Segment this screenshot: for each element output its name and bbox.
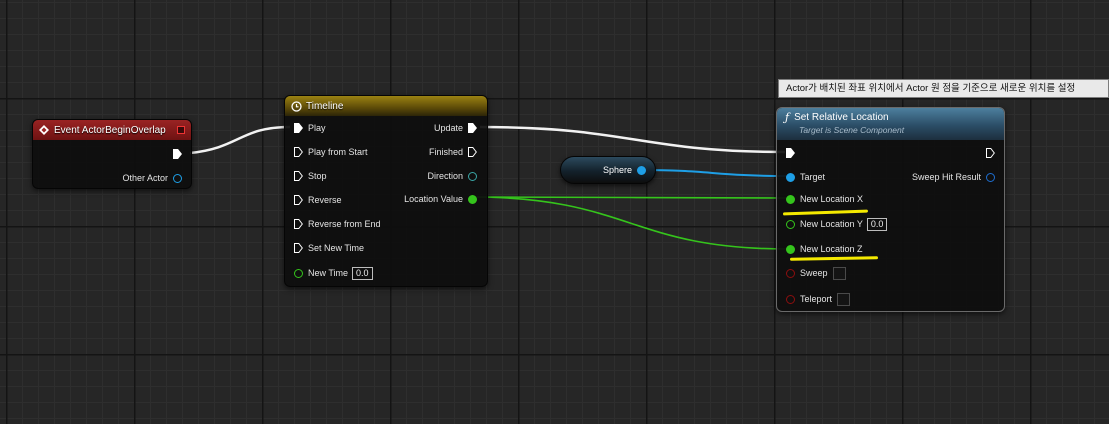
float-wire-location-to-z: [471, 196, 789, 250]
sphere-label: Sphere: [602, 165, 632, 175]
other-actor-pin[interactable]: [173, 173, 182, 183]
sweep-checkbox[interactable]: [832, 266, 846, 280]
function-icon: ƒ: [785, 111, 790, 124]
teleport-label: Teleport: [800, 294, 833, 304]
sweep-label: Sweep: [800, 268, 828, 278]
new-location-x-label: New Location X: [800, 194, 864, 204]
play-exec-pin[interactable]: [294, 123, 303, 133]
new-location-y-label: New Location Y: [800, 219, 863, 229]
event-node-header: Event ActorBeginOverlap: [33, 120, 191, 140]
direction-pin[interactable]: [468, 171, 477, 181]
exec-in-pin[interactable]: [786, 148, 795, 158]
direction-row: Direction: [427, 169, 477, 183]
play-label: Play: [308, 123, 326, 133]
timeline-node-title: Timeline: [306, 100, 344, 112]
set-location-node-title: Set Relative Location: [794, 112, 889, 123]
event-icon: [39, 125, 49, 135]
location-value-pin[interactable]: [468, 194, 477, 204]
sweep-row: Sweep: [786, 266, 846, 280]
play-row: Play: [294, 121, 326, 135]
timeline-node[interactable]: Timeline Play Play from Start Stop Rever…: [284, 95, 488, 287]
new-location-y-row: New Location Y 0.0: [786, 217, 888, 231]
other-actor-row: Other Actor: [122, 171, 182, 185]
sweep-hit-result-row: Sweep Hit Result: [912, 170, 995, 184]
reverse-from-end-exec-pin[interactable]: [294, 219, 303, 229]
play-from-start-row: Play from Start: [294, 145, 368, 159]
event-exec-out-row: [173, 147, 182, 161]
sweep-pin[interactable]: [786, 268, 795, 278]
finished-label: Finished: [428, 147, 463, 157]
finished-exec-pin[interactable]: [468, 147, 477, 157]
set-location-node-subtitle: Target is Scene Component: [799, 125, 905, 135]
clock-icon: [291, 100, 302, 112]
reverse-from-end-label: Reverse from End: [308, 219, 381, 229]
object-wire-sphere-to-target: [639, 169, 788, 177]
set-location-exec-out-row: [986, 146, 995, 160]
new-location-y-input[interactable]: 0.0: [866, 217, 888, 231]
new-time-row: New Time 0.0: [294, 266, 373, 280]
play-from-start-exec-pin[interactable]: [294, 147, 303, 157]
set-new-time-label: Set New Time: [308, 243, 365, 253]
teleport-pin[interactable]: [786, 294, 795, 304]
new-location-z-pin[interactable]: [786, 244, 795, 254]
new-time-label: New Time: [308, 268, 349, 278]
new-location-z-row: New Location Z: [786, 242, 863, 256]
sphere-output-pin[interactable]: [637, 165, 646, 175]
new-location-z-label: New Location Z: [800, 244, 863, 254]
tooltip-text: Actor가 배치된 좌표 위치에서 Actor 원 점을 기준으로 새로운 위…: [786, 83, 1076, 94]
exec-out-pin[interactable]: [173, 149, 182, 159]
stop-exec-pin[interactable]: [294, 171, 303, 181]
reverse-from-end-row: Reverse from End: [294, 217, 381, 231]
set-new-time-exec-pin[interactable]: [294, 243, 303, 253]
new-location-x-pin[interactable]: [786, 194, 795, 204]
target-pin[interactable]: [786, 172, 795, 182]
exec-wire-update-to-set-location: [479, 125, 786, 154]
location-value-row: Location Value: [404, 192, 477, 206]
sphere-variable-node[interactable]: Sphere: [560, 156, 656, 184]
other-actor-label: Other Actor: [122, 173, 168, 183]
event-actor-begin-overlap-node[interactable]: Event ActorBeginOverlap Other Actor: [32, 119, 192, 189]
play-from-start-label: Play from Start: [308, 147, 368, 157]
target-row: Target: [786, 170, 825, 184]
update-label: Update: [433, 123, 463, 133]
exec-wire-event-to-play: [189, 125, 291, 155]
float-wire-location-to-x: [471, 196, 789, 199]
set-location-exec-in-row: [786, 146, 795, 160]
direction-label: Direction: [427, 171, 463, 181]
finished-row: Finished: [429, 145, 477, 159]
set-relative-location-node[interactable]: ƒ Set Relative Location Target is Scene …: [776, 107, 1005, 312]
function-tooltip: Actor가 배치된 좌표 위치에서 Actor 원 점을 기준으로 새로운 위…: [778, 79, 1109, 98]
new-time-pin[interactable]: [294, 268, 303, 278]
delegate-pin-icon[interactable]: [177, 126, 185, 134]
timeline-node-header: Timeline: [285, 96, 487, 116]
teleport-checkbox[interactable]: [837, 292, 851, 306]
exec-out-pin[interactable]: [986, 148, 995, 158]
teleport-row: Teleport: [786, 292, 851, 306]
update-exec-pin[interactable]: [468, 123, 477, 133]
reverse-label: Reverse: [308, 195, 342, 205]
set-new-time-row: Set New Time: [294, 241, 364, 255]
set-location-node-header: ƒ Set Relative Location Target is Scene …: [777, 108, 1004, 140]
target-label: Target: [800, 172, 826, 182]
new-location-y-pin[interactable]: [786, 219, 795, 229]
stop-label: Stop: [308, 171, 327, 181]
new-time-input[interactable]: 0.0: [352, 266, 373, 280]
update-row: Update: [434, 121, 477, 135]
sweep-hit-result-pin[interactable]: [986, 172, 995, 182]
new-location-x-row: New Location X: [786, 192, 863, 206]
reverse-row: Reverse: [294, 193, 342, 207]
location-value-label: Location Value: [404, 194, 463, 204]
sweep-hit-result-label: Sweep Hit Result: [911, 172, 981, 182]
stop-row: Stop: [294, 169, 327, 183]
event-node-title: Event ActorBeginOverlap: [54, 124, 166, 136]
reverse-exec-pin[interactable]: [294, 195, 303, 205]
